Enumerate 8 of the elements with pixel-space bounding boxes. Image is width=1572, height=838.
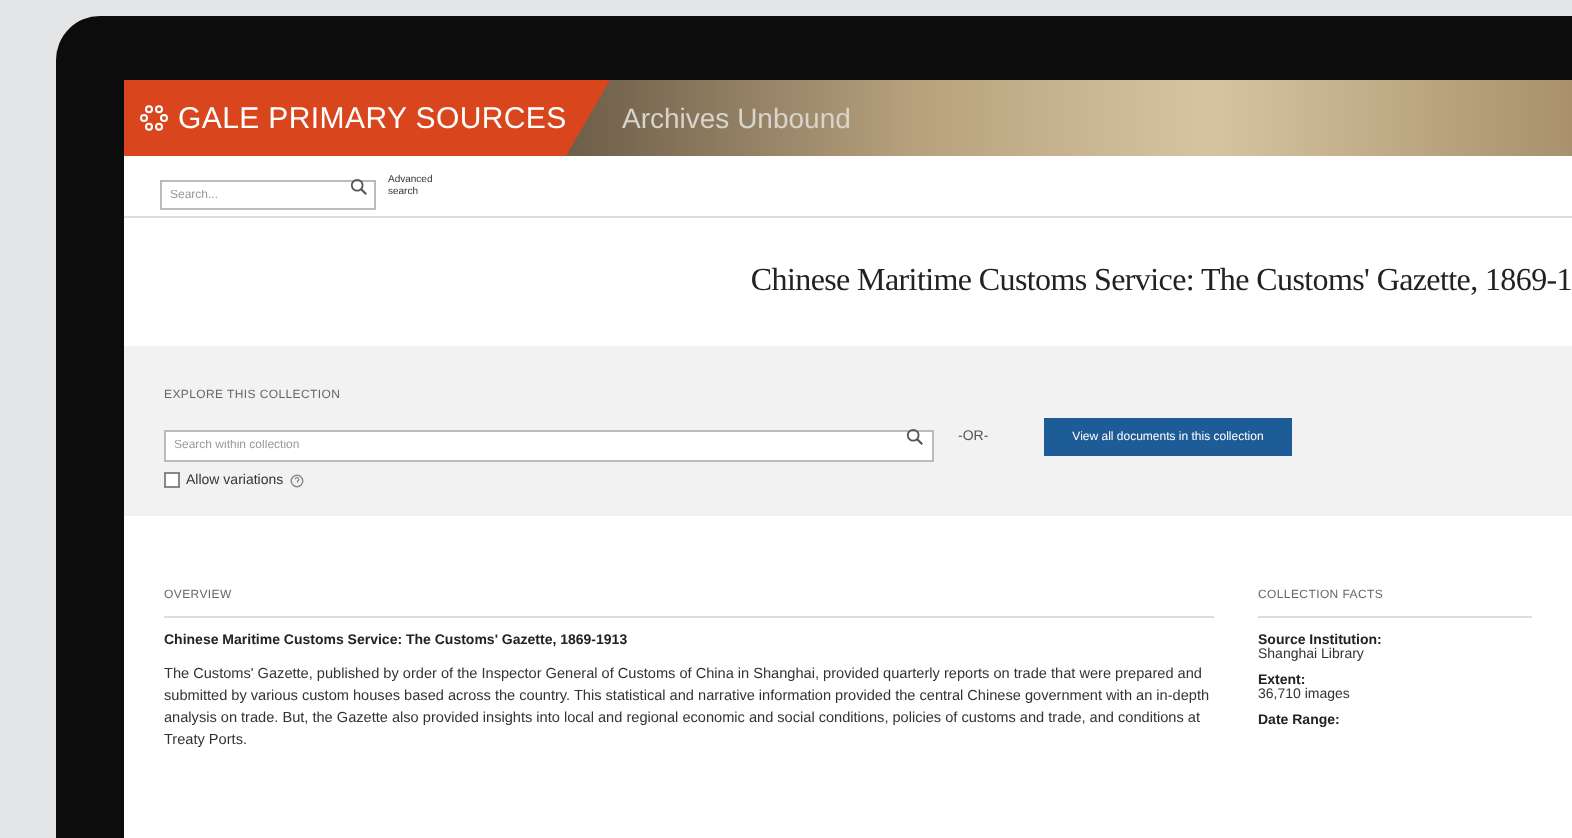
logo-icon <box>140 104 168 132</box>
help-icon[interactable] <box>289 473 304 487</box>
checkbox[interactable] <box>164 472 180 488</box>
search-icon[interactable] <box>350 177 368 195</box>
search-icon[interactable] <box>906 427 924 445</box>
collection-title: Chinese Maritime Customs Service: The Customs' Gazette, 1869-1 <box>750 264 1572 300</box>
brand-name: GALE PRIMARY SOURCES <box>178 101 567 135</box>
product-name: Archives Unbound <box>622 102 851 134</box>
